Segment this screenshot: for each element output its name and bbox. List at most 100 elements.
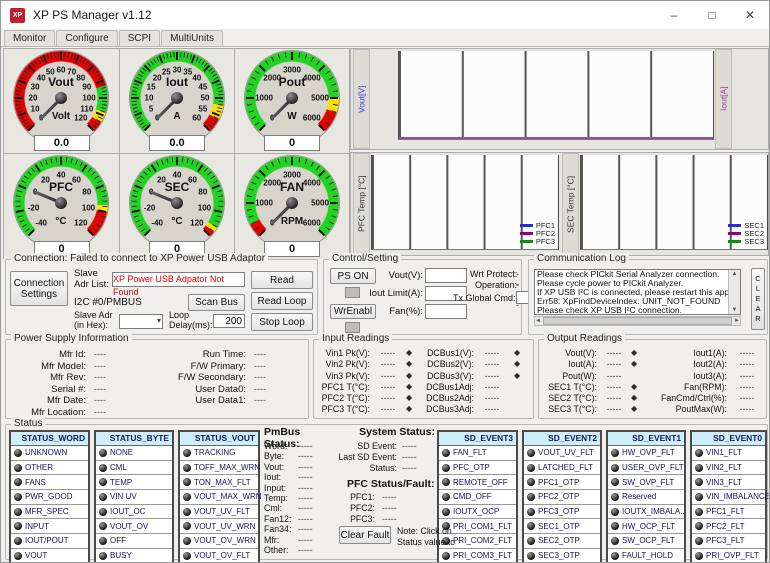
reading-row: Pout(W): ----- ◆ Iout3(A): ----- [543, 371, 764, 382]
ps-on-button[interactable]: PS ON [330, 268, 376, 284]
read-button[interactable]: Read [251, 271, 313, 289]
reading-row: PFC1 T(°C): ----- ◆ DCBus1Adj: ----- ◆ [318, 382, 531, 393]
minimize-button[interactable]: – [655, 1, 693, 29]
gauge-name: FAN [245, 180, 339, 194]
status-led-icon [99, 464, 107, 472]
status-led-icon [442, 508, 450, 516]
gauge-tick [60, 157, 62, 165]
fan-gauge: 0100020003000400050006000FANRPM [245, 156, 339, 250]
iout-trend-line [399, 137, 713, 139]
status-table-header: STATUS_BYTE [96, 432, 172, 446]
gauge-scale-label: -20 [28, 204, 40, 213]
status-led-icon [611, 464, 619, 472]
info-row: F/W Secondary: ---- [158, 372, 308, 384]
input-readings-group: Input Readings Vin1 Pk(V): ----- ◆ DCBus… [313, 339, 534, 419]
maximize-button[interactable]: □ [693, 1, 731, 29]
gauge-tick [15, 201, 20, 202]
vout-set-input[interactable] [425, 268, 467, 283]
reading-row: PFC2 T(°C): ----- ◆ DCBus2Adj: ----- ◆ [318, 393, 531, 404]
window-title: XP PS Manager v1.12 [33, 8, 152, 22]
info-row: Mfr Model: ---- [10, 361, 160, 373]
clear-fault-button[interactable]: Clear Fault [339, 526, 391, 544]
tab[interactable]: MultiUnits [161, 30, 223, 46]
info-row: User Data0: ---- [158, 384, 308, 396]
clear-log-button[interactable]: CLEAR [751, 268, 765, 330]
gauge-grid: 0102030405060708090100110120VoutVolt 0.0… [3, 48, 350, 259]
info-row: User Data1: ---- [158, 395, 308, 407]
status-led-icon [527, 537, 535, 545]
gauge-hub-icon [286, 197, 298, 209]
scroll-left-icon[interactable]: ◄ [535, 317, 541, 325]
gauge-scale-label: 100 [198, 204, 211, 213]
scroll-right-icon[interactable]: ► [734, 317, 740, 325]
stop-loop-button[interactable]: Stop Loop [251, 313, 313, 331]
gauge-tick [180, 52, 181, 57]
write-enable-button[interactable]: WrEnabl [330, 304, 376, 319]
scan-bus-button[interactable]: Scan Bus [188, 294, 245, 311]
status-led-icon [99, 522, 107, 530]
status-row: CMD_OFF [439, 490, 516, 505]
gauge-tick [246, 97, 254, 99]
status-led-icon [527, 478, 535, 486]
status-led-icon [183, 537, 191, 545]
diamond-indicator-icon: ◆ [406, 348, 412, 357]
gauge-name: Pout [245, 75, 339, 89]
status-led-icon [527, 552, 535, 560]
loop-delay-label: Loop Delay(ms): [169, 310, 213, 331]
ps-info-group: Power Supply Information Mfr Id: ---- Mf… [5, 339, 309, 419]
system-status-row: SD Event: ----- [335, 441, 435, 452]
fan-set-label: Fan(%): [377, 307, 423, 318]
tab[interactable]: Monitor [4, 30, 55, 46]
slave-adr-list-combo[interactable]: XP Power USB Adpator Not Found [112, 272, 245, 287]
vertical-scrollbar[interactable]: ▲ ▼ [728, 270, 740, 314]
gauge-scale-label: 3000 [283, 171, 301, 180]
legend-entry: PFC3 [520, 237, 555, 245]
title-bar: XP XP PS Manager v1.12 – □ ✕ [1, 1, 769, 30]
diamond-indicator-icon: ◆ [514, 371, 520, 380]
pmbus-row: Temp: ----- [264, 493, 334, 503]
pmbus-row: Fan34: ----- [264, 524, 334, 534]
gauge-hub-icon [171, 92, 183, 104]
gauge-unit: RPM [245, 216, 339, 227]
gauge-name: Iout [130, 75, 224, 89]
gauge-unit: Volt [14, 111, 108, 122]
status-row: VIN2_FLT [692, 461, 765, 476]
comm-log-textarea[interactable]: Please check PICkit Serial Analyzer conn… [534, 269, 741, 315]
status-row: SEC3_OTP [524, 549, 600, 563]
gauge-tick [55, 157, 57, 162]
horizontal-scrollbar[interactable]: ◄ ► [534, 316, 741, 326]
connection-settings-button[interactable]: Connection Settings [10, 271, 68, 306]
scrollbar-thumb[interactable] [543, 317, 732, 325]
temp-trend-charts: PFC Temp [°C] PFC1 PFC2 [350, 152, 769, 256]
status-led-icon [695, 478, 703, 486]
vout-gauge: 0102030405060708090100110120VoutVolt [14, 51, 108, 145]
legend-swatch-icon [728, 240, 741, 243]
gauge-tick [57, 52, 58, 57]
scroll-down-icon[interactable]: ▼ [732, 306, 738, 314]
tab[interactable]: SCPI [119, 30, 160, 46]
pout-gauge: 0100020003000400050006000PoutW [245, 51, 339, 145]
status-led-icon [99, 478, 107, 486]
fan-set-input[interactable] [425, 304, 467, 319]
reading-row: SEC1 T(°C): ----- ◆ Fan(RPM): ----- [543, 382, 764, 393]
gauge-name: SEC [130, 180, 224, 194]
info-row: Run Time: ---- [158, 349, 308, 361]
legend-swatch-icon [520, 224, 533, 227]
gauge-tick [218, 201, 223, 202]
diamond-indicator-icon: ◆ [631, 393, 637, 402]
slave-adr-hex-combo[interactable]: ▾ [119, 314, 163, 329]
bus-label: I2C #0/PMBUS [74, 297, 142, 309]
gauge-scale-label: 3000 [283, 66, 301, 75]
scroll-up-icon[interactable]: ▲ [732, 270, 738, 278]
diamond-indicator-icon: ◆ [406, 359, 412, 368]
iout-gauge-cell: 051015202530354045505560IoutA 0.0 [120, 49, 234, 153]
read-loop-button[interactable]: Read Loop [251, 292, 313, 310]
tab[interactable]: Configure [56, 30, 117, 46]
close-button[interactable]: ✕ [731, 1, 769, 29]
status-row: PFC2_OTP [524, 490, 600, 505]
status-led-icon [99, 552, 107, 560]
loop-delay-input[interactable]: 200 [213, 314, 245, 328]
reading-row: Vin3 Pk(V): ----- ◆ DCBus3(V): ----- ◆ [318, 371, 531, 382]
gauge-tick [171, 157, 173, 162]
info-row: F/W Primary: ---- [158, 361, 308, 373]
